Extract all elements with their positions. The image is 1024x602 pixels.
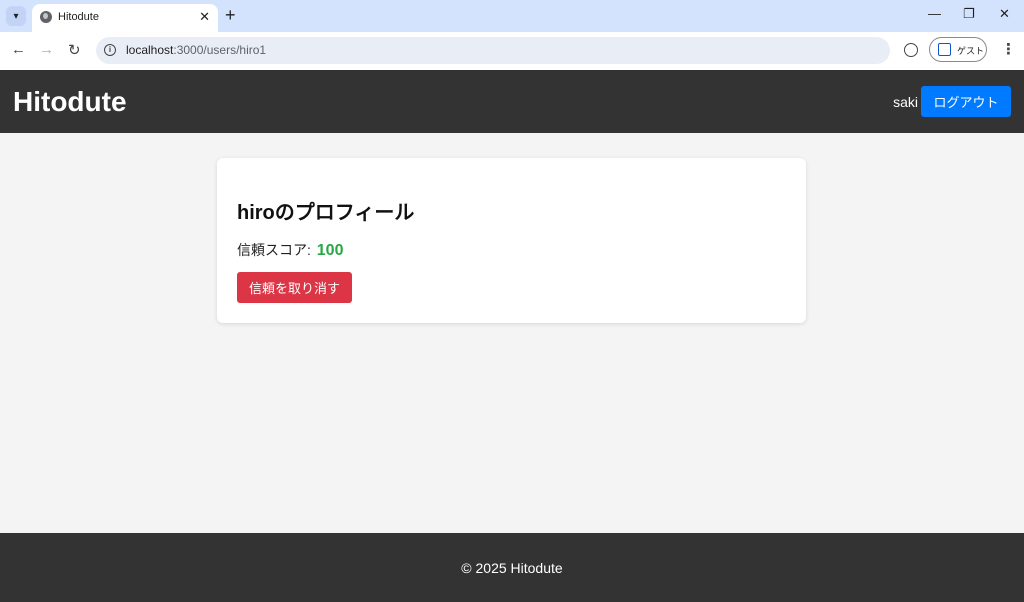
- browser-toolbar: ← → ↻ i localhost:3000/users/hiro1 ゲスト ⋮: [0, 32, 1024, 70]
- app-header: Hitodute saki ログアウト: [0, 70, 1024, 133]
- current-username: saki: [893, 94, 918, 110]
- tab-title: Hitodute: [58, 11, 99, 23]
- window-close-icon[interactable]: ✕: [999, 6, 1010, 22]
- plus-icon[interactable]: +: [225, 5, 236, 26]
- browser-tab[interactable]: Hitodute ✕: [32, 4, 218, 32]
- close-icon[interactable]: ✕: [199, 9, 210, 25]
- brand-logo[interactable]: Hitodute: [13, 86, 127, 118]
- profile-button[interactable]: ゲスト: [929, 37, 987, 62]
- globe-icon: [40, 11, 52, 23]
- minimize-icon[interactable]: —: [928, 6, 941, 21]
- copyright-text: © 2025 Hitodute: [461, 560, 563, 576]
- revoke-trust-button[interactable]: 信頼を取り消す: [237, 272, 352, 303]
- url-text[interactable]: localhost:3000/users/hiro1: [126, 43, 266, 57]
- trust-score-line: 信頼スコア: 100: [237, 240, 343, 260]
- extension-icon[interactable]: [904, 43, 918, 57]
- forward-arrow-icon[interactable]: →: [39, 41, 54, 58]
- logout-button[interactable]: ログアウト: [921, 86, 1011, 117]
- url-path: :3000/users/hiro1: [173, 43, 267, 57]
- restore-icon[interactable]: ❐: [963, 6, 975, 22]
- profile-label: ゲスト: [957, 46, 985, 56]
- app-footer: © 2025 Hitodute: [0, 533, 1024, 602]
- address-bar[interactable]: i localhost:3000/users/hiro1: [96, 37, 890, 64]
- back-arrow-icon[interactable]: ←: [11, 41, 26, 58]
- profile-icon: [938, 43, 951, 56]
- kebab-menu-icon[interactable]: ⋮: [1001, 40, 1016, 58]
- browser-tabstrip: ▾ Hitodute ✕ + — ❐ ✕: [0, 0, 1024, 32]
- chevron-down-icon[interactable]: ▾: [6, 6, 26, 26]
- profile-title: hiroのプロフィール: [237, 202, 415, 224]
- url-host: localhost: [126, 43, 174, 57]
- reload-icon[interactable]: ↻: [68, 41, 81, 59]
- trust-score-label: 信頼スコア:: [237, 242, 311, 258]
- trust-score-value: 100: [316, 242, 344, 259]
- profile-card: hiroのプロフィール 信頼スコア: 100 信頼を取り消す: [217, 158, 806, 323]
- info-icon[interactable]: i: [104, 44, 116, 56]
